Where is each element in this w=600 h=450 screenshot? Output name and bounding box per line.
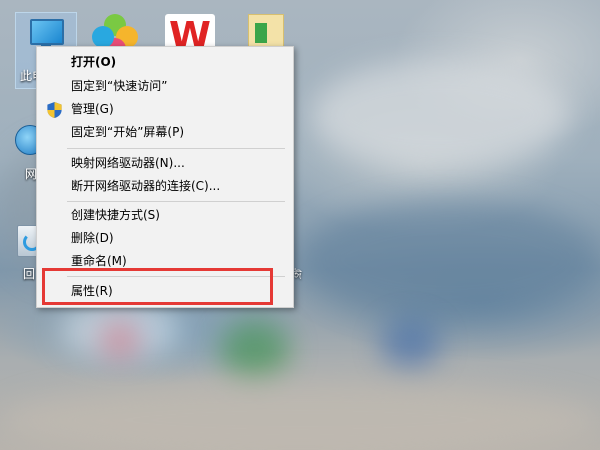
menu-item-map-network-drive[interactable]: 映射网络驱动器(N)... [37, 152, 293, 175]
menu-item-label: 固定到“开始”屏幕(P) [71, 125, 185, 139]
partial-desktop-label: ঈ [294, 268, 302, 282]
menu-item-label: 打开(O) [71, 55, 117, 69]
menu-item-label: 创建快捷方式(S) [71, 208, 160, 222]
menu-item-label: 断开网络驱动器的连接(C)... [71, 179, 221, 193]
menu-item-pin-start[interactable]: 固定到“开始”屏幕(P) [37, 121, 293, 144]
menu-item-delete[interactable]: 删除(D) [37, 227, 293, 250]
menu-item-pin-quick-access[interactable]: 固定到“快速访问” [37, 75, 293, 98]
properties-highlight-box [42, 268, 273, 305]
this-pc-icon [30, 19, 64, 45]
menu-item-label: 管理(G) [71, 102, 114, 116]
menu-item-disconnect-network-drive[interactable]: 断开网络驱动器的连接(C)... [37, 175, 293, 198]
menu-item-open[interactable]: 打开(O) [37, 51, 293, 74]
menu-item-manage[interactable]: 管理(G) [37, 98, 293, 121]
menu-item-create-shortcut[interactable]: 创建快捷方式(S) [37, 204, 293, 227]
uac-shield-icon [47, 102, 62, 118]
menu-separator [67, 148, 285, 149]
menu-item-label: 固定到“快速访问” [71, 79, 168, 93]
menu-item-label: 映射网络驱动器(N)... [71, 156, 185, 170]
menu-item-label: 删除(D) [71, 231, 114, 245]
menu-separator [67, 201, 285, 202]
recycle-bin-label: 回 [23, 267, 36, 281]
